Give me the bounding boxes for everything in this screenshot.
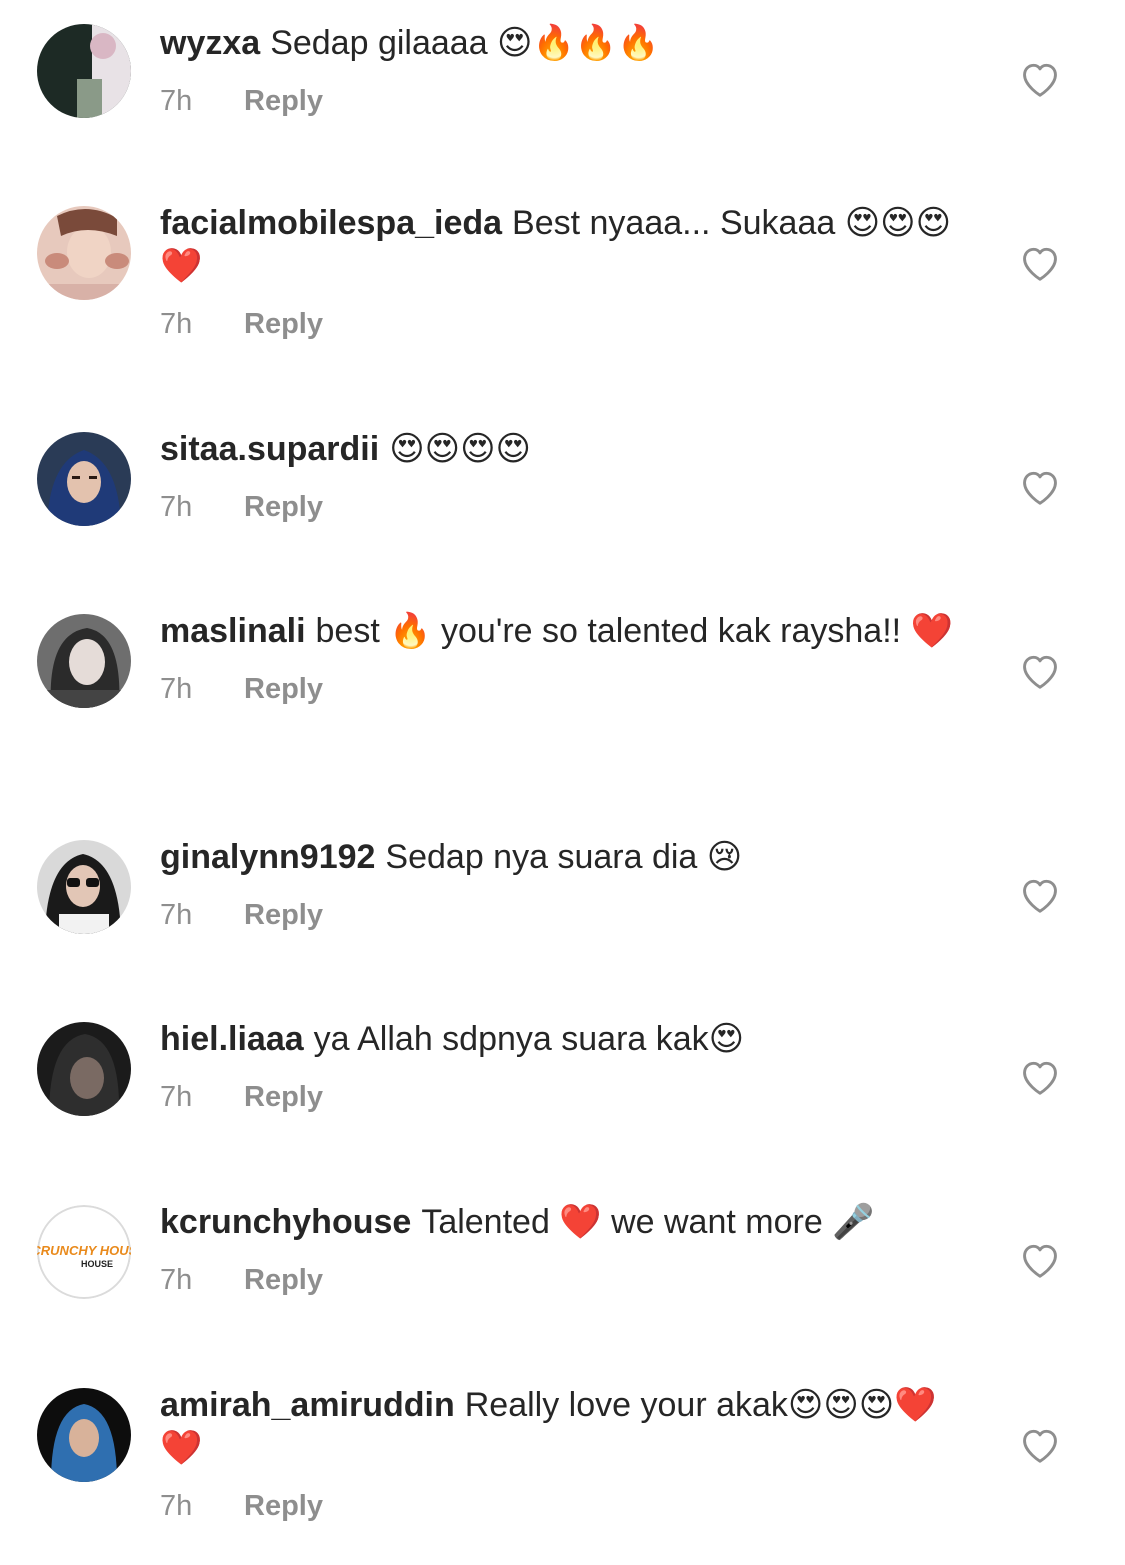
comment-username[interactable]: ginalynn9192 (160, 838, 375, 876)
comment-timestamp: 7h (160, 308, 193, 340)
reply-button[interactable]: Reply (244, 491, 323, 523)
reply-button[interactable]: Reply (244, 1264, 323, 1296)
comment-username[interactable]: facialmobilespa_ieda (160, 204, 502, 242)
avatar[interactable] (37, 1388, 131, 1482)
comment-timestamp: 7h (160, 1490, 193, 1522)
comment-text: Sedap gilaaaa 😍🔥🔥🔥 (270, 24, 660, 62)
comment-timestamp: 7h (160, 491, 193, 523)
heart-outline-icon[interactable] (1018, 1239, 1062, 1279)
heart-outline-icon[interactable] (1018, 1056, 1062, 1096)
reply-button[interactable]: Reply (244, 1490, 323, 1522)
comment-username[interactable]: maslinali (160, 612, 306, 650)
comment-text: ya Allah sdpnya suara kak😍 (313, 1020, 745, 1058)
comment-username[interactable]: wyzxa (160, 24, 260, 62)
heart-outline-icon[interactable] (1018, 58, 1062, 98)
comment-username[interactable]: amirah_amiruddin (160, 1386, 455, 1424)
avatar[interactable] (37, 206, 131, 300)
comment-username[interactable]: kcrunchyhouse (160, 1203, 411, 1241)
heart-outline-icon[interactable] (1018, 242, 1062, 282)
avatar[interactable] (37, 24, 131, 118)
comment-timestamp: 7h (160, 899, 193, 931)
reply-button[interactable]: Reply (244, 899, 323, 931)
svg-text:HOUSE: HOUSE (81, 1259, 113, 1269)
reply-button[interactable]: Reply (244, 85, 323, 117)
comment-timestamp: 7h (160, 673, 193, 705)
avatar[interactable]: KCRUNCHY HOUSE HOUSE (37, 1205, 131, 1299)
comment-username[interactable]: hiel.liaaa (160, 1020, 304, 1058)
avatar[interactable] (37, 1022, 131, 1116)
avatar[interactable] (37, 840, 131, 934)
logo-text: KCRUNCHY HOUSE (37, 1243, 131, 1258)
avatar[interactable] (37, 614, 131, 708)
heart-outline-icon[interactable] (1018, 874, 1062, 914)
comment-timestamp: 7h (160, 1081, 193, 1113)
comment-username[interactable]: sitaa.supardii (160, 430, 379, 468)
heart-outline-icon[interactable] (1018, 466, 1062, 506)
reply-button[interactable]: Reply (244, 673, 323, 705)
comment-timestamp: 7h (160, 1264, 193, 1296)
heart-outline-icon[interactable] (1018, 650, 1062, 690)
comment-text: Talented ❤️ we want more 🎤 (421, 1203, 875, 1241)
comment-timestamp: 7h (160, 85, 193, 117)
comment-text: 😍😍😍😍 (389, 430, 531, 468)
heart-outline-icon[interactable] (1018, 1424, 1062, 1464)
comment-text: best 🔥 you're so talented kak raysha!! ❤… (315, 612, 953, 650)
reply-button[interactable]: Reply (244, 308, 323, 340)
avatar[interactable] (37, 432, 131, 526)
comment-text: Sedap nya suara dia 😢 (385, 838, 743, 876)
reply-button[interactable]: Reply (244, 1081, 323, 1113)
